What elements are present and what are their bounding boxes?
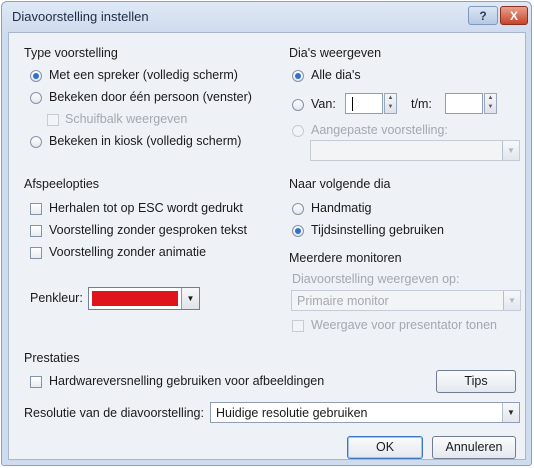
radio-alle-dias[interactable] [292,70,304,82]
checkbox-zonder-tekst[interactable] [30,225,42,237]
from-slide-spinner[interactable]: ▲ ▼ [384,93,397,114]
tips-button[interactable]: Tips [436,370,516,393]
radio-een-persoon-label: Bekeken door één persoon (venster) [49,90,252,104]
radio-kiosk[interactable] [30,136,42,148]
checkbox-herhalen[interactable] [30,203,42,215]
from-slide-input[interactable] [345,93,383,114]
to-slide-input[interactable] [445,93,483,114]
prestaties-heading: Prestaties [24,351,80,365]
radio-een-persoon[interactable] [30,92,42,104]
monitor-dropdown[interactable]: Primaire monitor ▼ [291,290,521,311]
radio-van[interactable] [292,99,304,111]
dialog-body: Type voorstelling Met een spreker (volle… [8,32,526,460]
to-slide-spinner[interactable]: ▲ ▼ [484,93,497,114]
dialog-title: Diavoorstelling instellen [12,9,149,24]
radio-aangepaste-label: Aangepaste voorstelling: [311,123,448,137]
radio-met-spreker-label: Met een spreker (volledig scherm) [49,68,238,82]
checkbox-presentator[interactable] [292,320,304,332]
spin-down-icon[interactable]: ▼ [485,103,496,112]
help-button[interactable]: ? [468,6,498,25]
close-button[interactable]: X [500,6,528,25]
to-slide-label: t/m: [411,97,432,111]
checkbox-presentator-label: Weergave voor presentator tonen [311,318,497,332]
monitor-value: Primaire monitor [297,294,389,308]
dialog-window: Diavoorstelling instellen ? X Type voors… [1,1,532,466]
resolution-label: Resolutie van de diavoorstelling: [24,406,204,420]
checkbox-hardwareversnelling-label: Hardwareversnelling gebruiken voor afbee… [49,374,325,388]
pen-color-swatch [92,291,178,306]
radio-aangepaste-voorstelling[interactable] [292,125,304,137]
checkbox-zonder-tekst-label: Voorstelling zonder gesproken tekst [49,223,248,237]
naar-volgende-dia-heading: Naar volgende dia [289,177,391,191]
resolution-dropdown[interactable]: Huidige resolutie gebruiken ▼ [210,402,520,423]
radio-van-label: Van: [311,97,336,111]
resolution-value: Huidige resolutie gebruiken [216,406,368,420]
meerdere-monitoren-heading: Meerdere monitoren [289,251,402,265]
radio-handmatig-label: Handmatig [311,201,372,215]
checkbox-herhalen-label: Herhalen tot op ESC wordt gedrukt [49,201,243,215]
radio-tijdsinstelling-label: Tijdsinstelling gebruiken [311,223,444,237]
radio-met-spreker[interactable] [30,70,42,82]
radio-kiosk-label: Bekeken in kiosk (volledig scherm) [49,134,242,148]
monitor-label: Diavoorstelling weergeven op: [292,272,460,286]
text-caret [352,97,353,111]
spin-up-icon[interactable]: ▲ [385,94,396,103]
chevron-down-icon[interactable]: ▼ [502,141,519,160]
radio-alle-dias-label: Alle dia's [311,68,361,82]
radio-handmatig[interactable] [292,203,304,215]
checkbox-hardwareversnelling[interactable] [30,376,42,388]
checkbox-zonder-animatie-label: Voorstelling zonder animatie [49,245,207,259]
title-bar[interactable]: Diavoorstelling instellen ? X [2,2,531,32]
chevron-down-icon[interactable]: ▼ [181,288,199,309]
checkbox-schuifbalk[interactable] [47,114,59,126]
dias-weergeven-heading: Dia's weergeven [289,46,382,60]
pen-color-label: Penkleur: [30,291,83,305]
ok-button[interactable]: OK [347,436,423,459]
custom-show-dropdown[interactable]: ▼ [310,140,520,161]
checkbox-schuifbalk-label: Schuifbalk weergeven [65,112,188,126]
afspeelopties-heading: Afspeelopties [24,177,100,191]
pen-color-picker[interactable]: ▼ [88,287,200,310]
chevron-down-icon[interactable]: ▼ [502,403,519,422]
checkbox-zonder-animatie[interactable] [30,247,42,259]
type-voorstelling-heading: Type voorstelling [24,46,118,60]
cancel-button[interactable]: Annuleren [432,436,516,459]
chevron-down-icon[interactable]: ▼ [503,291,520,310]
spin-up-icon[interactable]: ▲ [485,94,496,103]
radio-tijdsinstelling[interactable] [292,225,304,237]
spin-down-icon[interactable]: ▼ [385,103,396,112]
